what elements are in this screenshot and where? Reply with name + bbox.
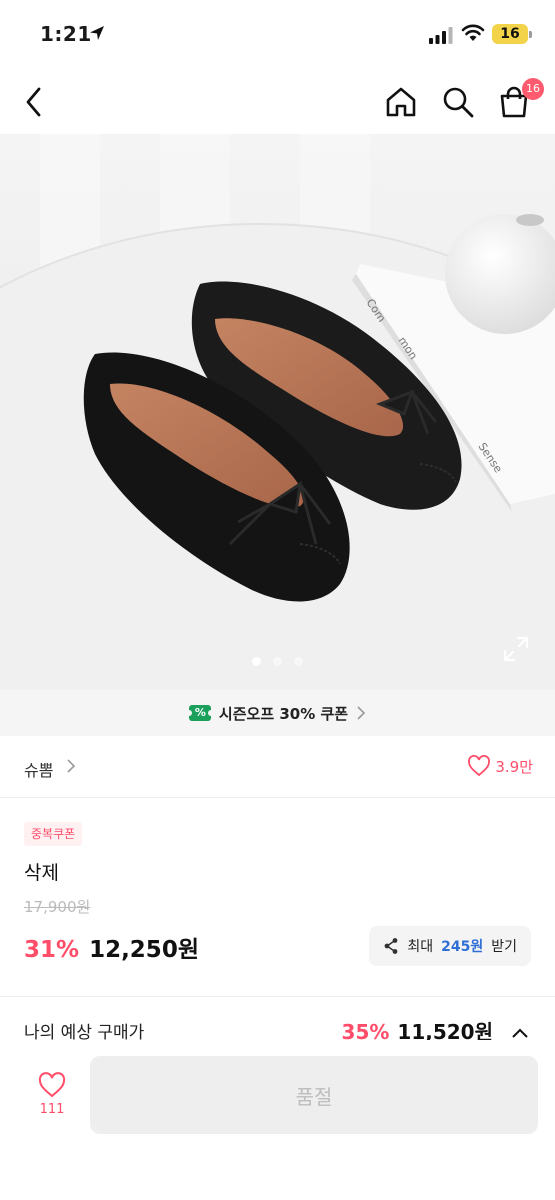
brand-like-count: 3.9만: [495, 757, 533, 776]
expand-icon[interactable]: [503, 636, 529, 662]
back-icon: [26, 87, 41, 117]
nav-bar: 16: [0, 70, 555, 134]
home-icon: [386, 87, 416, 117]
price-row: 31% 12,250원: [24, 930, 199, 964]
gallery-pagination: [0, 657, 555, 666]
product-image-gallery[interactable]: Com mon Sense: [0, 134, 555, 690]
wishlist-button[interactable]: 111: [24, 1072, 80, 1132]
gallery-dot[interactable]: [294, 657, 303, 666]
section-divider: [0, 996, 555, 997]
coupon-icon: %: [185, 705, 214, 721]
point-amount: 245원: [441, 939, 484, 955]
discount-rate: 31%: [24, 937, 80, 963]
receive-points-button[interactable]: 최대 245원 받기: [369, 926, 531, 966]
search-button[interactable]: [438, 82, 478, 122]
brand-name[interactable]: 슈뽐: [24, 757, 53, 781]
back-button[interactable]: [14, 82, 54, 122]
bottom-action-bar: 111 품절: [0, 1040, 555, 1200]
cart-button[interactable]: 16: [494, 78, 544, 122]
heart-icon: [468, 755, 491, 777]
status-time: 1:21: [40, 22, 92, 46]
cart-badge: 16: [522, 78, 544, 100]
chevron-right-icon[interactable]: [66, 758, 76, 774]
duplicate-coupon-badge: 중복쿠폰: [24, 822, 83, 846]
home-button[interactable]: [381, 82, 421, 122]
chevron-right-icon: [357, 706, 366, 720]
chevron-up-icon[interactable]: [511, 1027, 529, 1039]
heart-icon: [38, 1072, 66, 1098]
coupon-banner[interactable]: % 시즌오프 30% 쿠폰: [0, 690, 555, 736]
search-icon: [443, 87, 474, 118]
coupon-banner-text: 시즌오프 30% 쿠폰: [218, 704, 349, 723]
coupon-icon-symbol: %: [194, 706, 206, 719]
status-bar: 1:21 16: [0, 0, 555, 70]
wifi-icon: [461, 24, 485, 41]
product-title: 삭제: [24, 862, 59, 884]
product-image: Com mon Sense: [0, 134, 555, 690]
brand-row: 슈뽐 3.9만: [0, 736, 555, 798]
gallery-dot-active[interactable]: [252, 657, 261, 666]
wishlist-count: 111: [39, 1102, 65, 1117]
point-prefix: 최대: [407, 939, 434, 955]
point-suffix: 받기: [491, 939, 517, 955]
original-price: 17,900원: [24, 898, 91, 916]
battery-indicator: 16: [492, 24, 532, 44]
brand-like-button[interactable]: 3.9만: [467, 755, 533, 777]
signal-icon: [429, 27, 453, 44]
sold-out-button[interactable]: 품절: [90, 1056, 538, 1134]
location-arrow-icon: [90, 26, 104, 40]
sale-price: 12,250원: [89, 937, 199, 963]
gallery-dot[interactable]: [273, 657, 282, 666]
share-icon: [384, 938, 398, 954]
